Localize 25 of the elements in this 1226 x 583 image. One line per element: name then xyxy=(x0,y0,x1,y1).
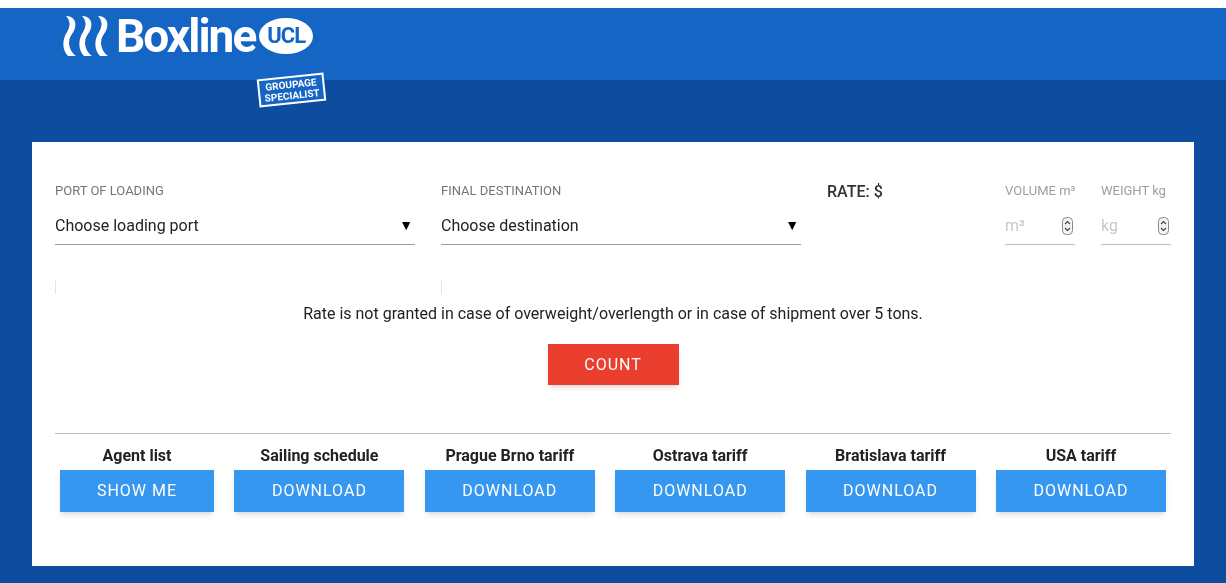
count-button[interactable]: COUNT xyxy=(547,344,679,385)
field-label: VOLUME m³ xyxy=(1005,184,1075,197)
download-button[interactable]: DOWNLOAD xyxy=(805,470,976,512)
document-title: Ostrava tariff xyxy=(652,448,748,464)
dropdown-field[interactable]: Choose destination ▼ xyxy=(441,207,801,245)
download-button[interactable]: DOWNLOAD xyxy=(615,470,786,512)
spinner-icon[interactable] xyxy=(1158,217,1169,235)
document-title: Sailing schedule xyxy=(260,448,379,464)
field-label: FINAL DESTINATION xyxy=(441,184,563,197)
field-label: PORT OF LOADING xyxy=(55,184,165,197)
download-button[interactable]: DOWNLOAD xyxy=(424,470,595,512)
field-label: RATE: $ xyxy=(827,184,884,200)
dropdown-field[interactable]: Choose loading port ▼ xyxy=(55,207,415,245)
notice-text: Rate is not granted in case of overweight/overlength or in case of shipment over 5 tons. xyxy=(302,303,924,325)
document-title: Bratislava tariff xyxy=(835,448,947,464)
document-title: USA tariff xyxy=(1045,448,1117,464)
download-button[interactable]: DOWNLOAD xyxy=(995,470,1166,512)
spinner-icon[interactable] xyxy=(1062,217,1073,235)
document-title: Agent list xyxy=(102,448,172,464)
download-button[interactable]: DOWNLOAD xyxy=(234,470,405,512)
logo-text: Boxline xyxy=(116,13,256,59)
logo-badge: UCL xyxy=(259,18,314,54)
document-title: Prague Brno tariff xyxy=(445,448,575,464)
field-label: WEIGHT kg xyxy=(1101,184,1167,197)
show-button[interactable]: SHOW ME xyxy=(60,470,214,512)
